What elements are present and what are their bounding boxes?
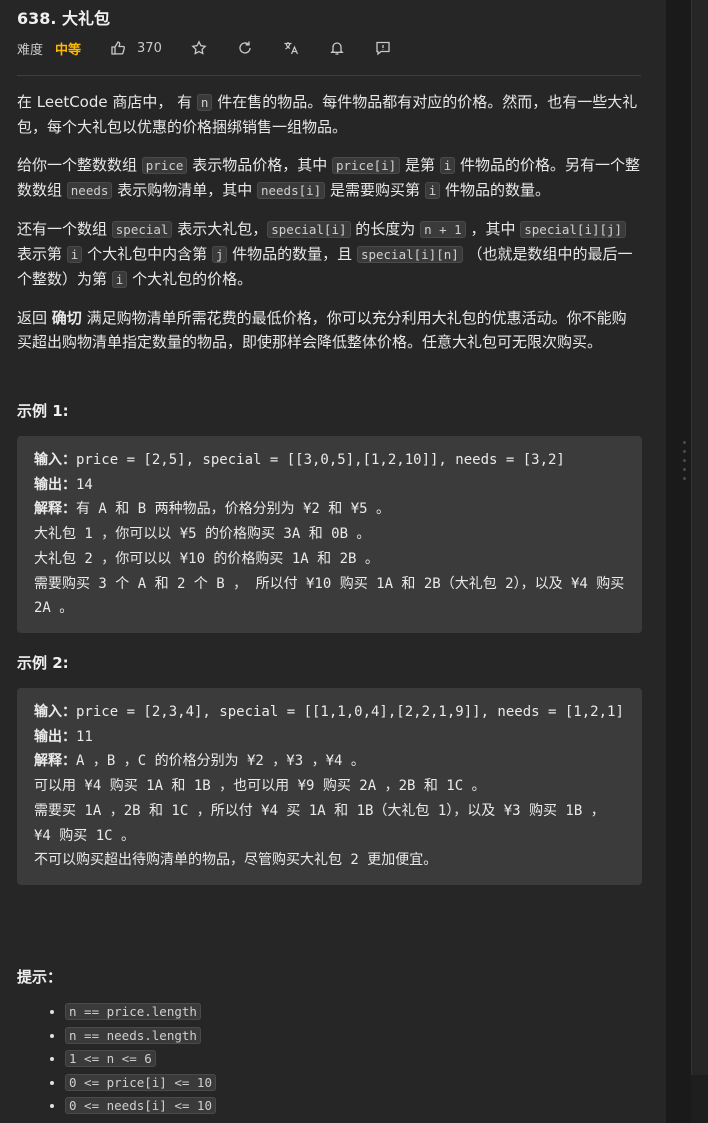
like-count: 370 bbox=[137, 40, 162, 56]
refresh-icon[interactable] bbox=[236, 39, 254, 57]
translate-icon[interactable] bbox=[282, 39, 300, 57]
bell-icon[interactable] bbox=[328, 39, 346, 57]
side-panel bbox=[691, 0, 708, 1123]
list-item: 1 <= n <= 6 bbox=[65, 1047, 216, 1071]
problem-panel: 638. 大礼包 难度 中等 370 在 LeetCode 商店中， 有 n 件… bbox=[0, 0, 666, 1123]
list-item: 0 <= needs[i] <= 10 bbox=[65, 1094, 216, 1118]
list-item: n == needs.length bbox=[65, 1024, 216, 1048]
example-2-block: 输入：price = [2,3,4], special = [[1,1,0,4]… bbox=[17, 688, 642, 885]
bottom-block bbox=[691, 1075, 708, 1123]
list-item: n == price.length bbox=[65, 1000, 216, 1024]
desc-paragraph-2: 给你一个整数数组 price 表示物品价格，其中 price[i] 是第 i 件… bbox=[17, 156, 641, 199]
drag-handle-icon[interactable] bbox=[681, 400, 687, 520]
desc-paragraph-4: 返回 确切 满足购物清单所需花费的最低价格，你可以充分利用大礼包的优惠活动。你不… bbox=[17, 309, 627, 351]
list-item: 0 <= price[i] <= 10 bbox=[65, 1071, 216, 1095]
star-icon[interactable] bbox=[190, 39, 208, 57]
hints-heading: 提示： bbox=[17, 968, 63, 986]
divider bbox=[17, 75, 641, 76]
desc-paragraph-3: 还有一个数组 special 表示大礼包， special[i] 的长度为 n +… bbox=[17, 220, 633, 288]
hints-list: n == price.length n == needs.length 1 <=… bbox=[17, 1000, 216, 1118]
difficulty-badge: 中等 bbox=[55, 42, 82, 58]
problem-meta: 难度 中等 370 bbox=[17, 38, 392, 58]
example-2-heading: 示例 2: bbox=[17, 654, 69, 672]
difficulty-label: 难度 bbox=[17, 42, 44, 58]
feedback-icon[interactable] bbox=[374, 39, 392, 57]
problem-title: 638. 大礼包 bbox=[17, 9, 111, 28]
example-1-block: 输入：price = [2,5], special = [[3,0,5],[1,… bbox=[17, 436, 642, 633]
thumbs-up-icon[interactable] bbox=[109, 39, 127, 57]
desc-paragraph-1: 在 LeetCode 商店中， 有 n 件在售的物品。每件物品都有对应的价格。然… bbox=[17, 93, 638, 136]
example-1-heading: 示例 1: bbox=[17, 402, 69, 420]
problem-description: 在 LeetCode 商店中， 有 n 件在售的物品。每件物品都有对应的价格。然… bbox=[17, 90, 641, 368]
